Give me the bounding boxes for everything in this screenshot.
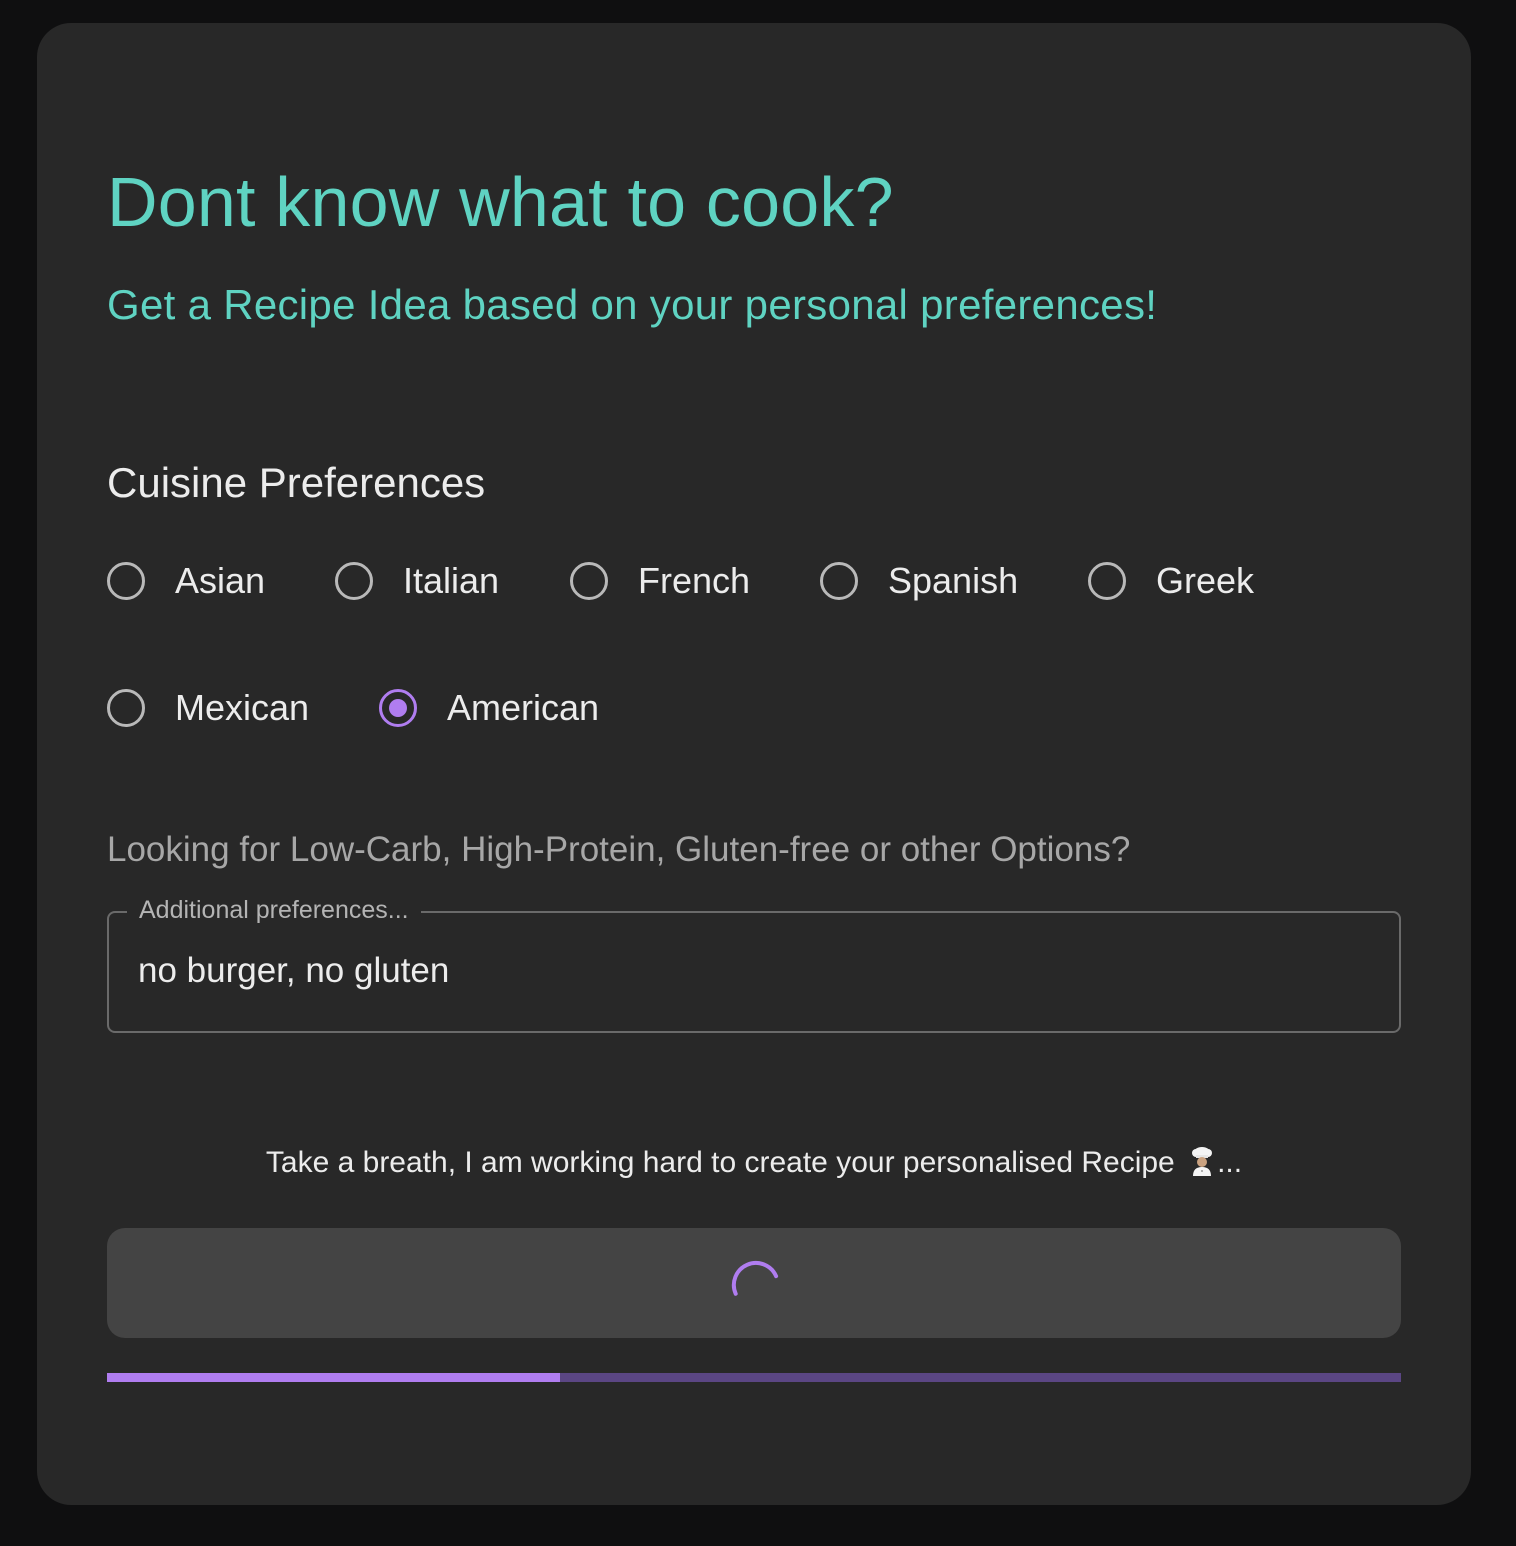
page-title: Dont know what to cook? (107, 163, 894, 241)
radio-label: Spanish (888, 560, 1019, 601)
field-label: Additional preferences... (127, 898, 421, 923)
radio-option-greek[interactable]: Greek (1088, 556, 1254, 606)
progress-bar (107, 1373, 1401, 1382)
radio-option-asian[interactable]: Asian (107, 556, 265, 606)
radio-button[interactable] (335, 562, 373, 600)
radio-label: Italian (403, 560, 500, 601)
generate-recipe-button[interactable] (107, 1228, 1401, 1338)
spinner-arc (731, 1261, 779, 1296)
radio-label: American (447, 687, 600, 728)
loading-spinner-icon (731, 1261, 779, 1296)
radio-button[interactable] (1088, 562, 1126, 600)
radio-button[interactable] (379, 689, 417, 727)
preferences-hint: Looking for Low-Carb, High-Protein, Glut… (107, 830, 1131, 869)
radio-option-french[interactable]: French (570, 556, 750, 606)
recipe-card: Dont know what to cook? Get a Recipe Ide… (37, 23, 1471, 1505)
radio-option-italian[interactable]: Italian (335, 556, 499, 606)
status-text: Take a breath, I am working hard to crea… (265, 1146, 1175, 1179)
radio-option-spanish[interactable]: Spanish (820, 556, 1018, 606)
radio-button[interactable] (107, 689, 145, 727)
status-ellipsis: ... (1217, 1146, 1243, 1179)
radio-button[interactable] (107, 562, 145, 600)
radio-label: Asian (175, 560, 266, 601)
radio-label: French (638, 560, 751, 601)
radio-button[interactable] (820, 562, 858, 600)
radio-button[interactable] (570, 562, 608, 600)
progress-bar-fill (107, 1373, 560, 1382)
additional-preferences-input[interactable]: no burger, no gluten (138, 953, 449, 988)
additional-preferences-field[interactable]: Additional preferences... no burger, no … (107, 898, 1401, 1033)
cuisine-preferences-title: Cuisine Preferences (107, 459, 486, 506)
radio-option-mexican[interactable]: Mexican (107, 683, 309, 733)
radio-label: Mexican (175, 687, 310, 728)
radio-option-american[interactable]: American (379, 683, 599, 733)
status-message: Take a breath, I am working hard to crea… (107, 1146, 1401, 1178)
chef-icon (1187, 1146, 1217, 1176)
page-subtitle: Get a Recipe Idea based on your personal… (107, 281, 1158, 328)
radio-label: Greek (1156, 560, 1255, 601)
